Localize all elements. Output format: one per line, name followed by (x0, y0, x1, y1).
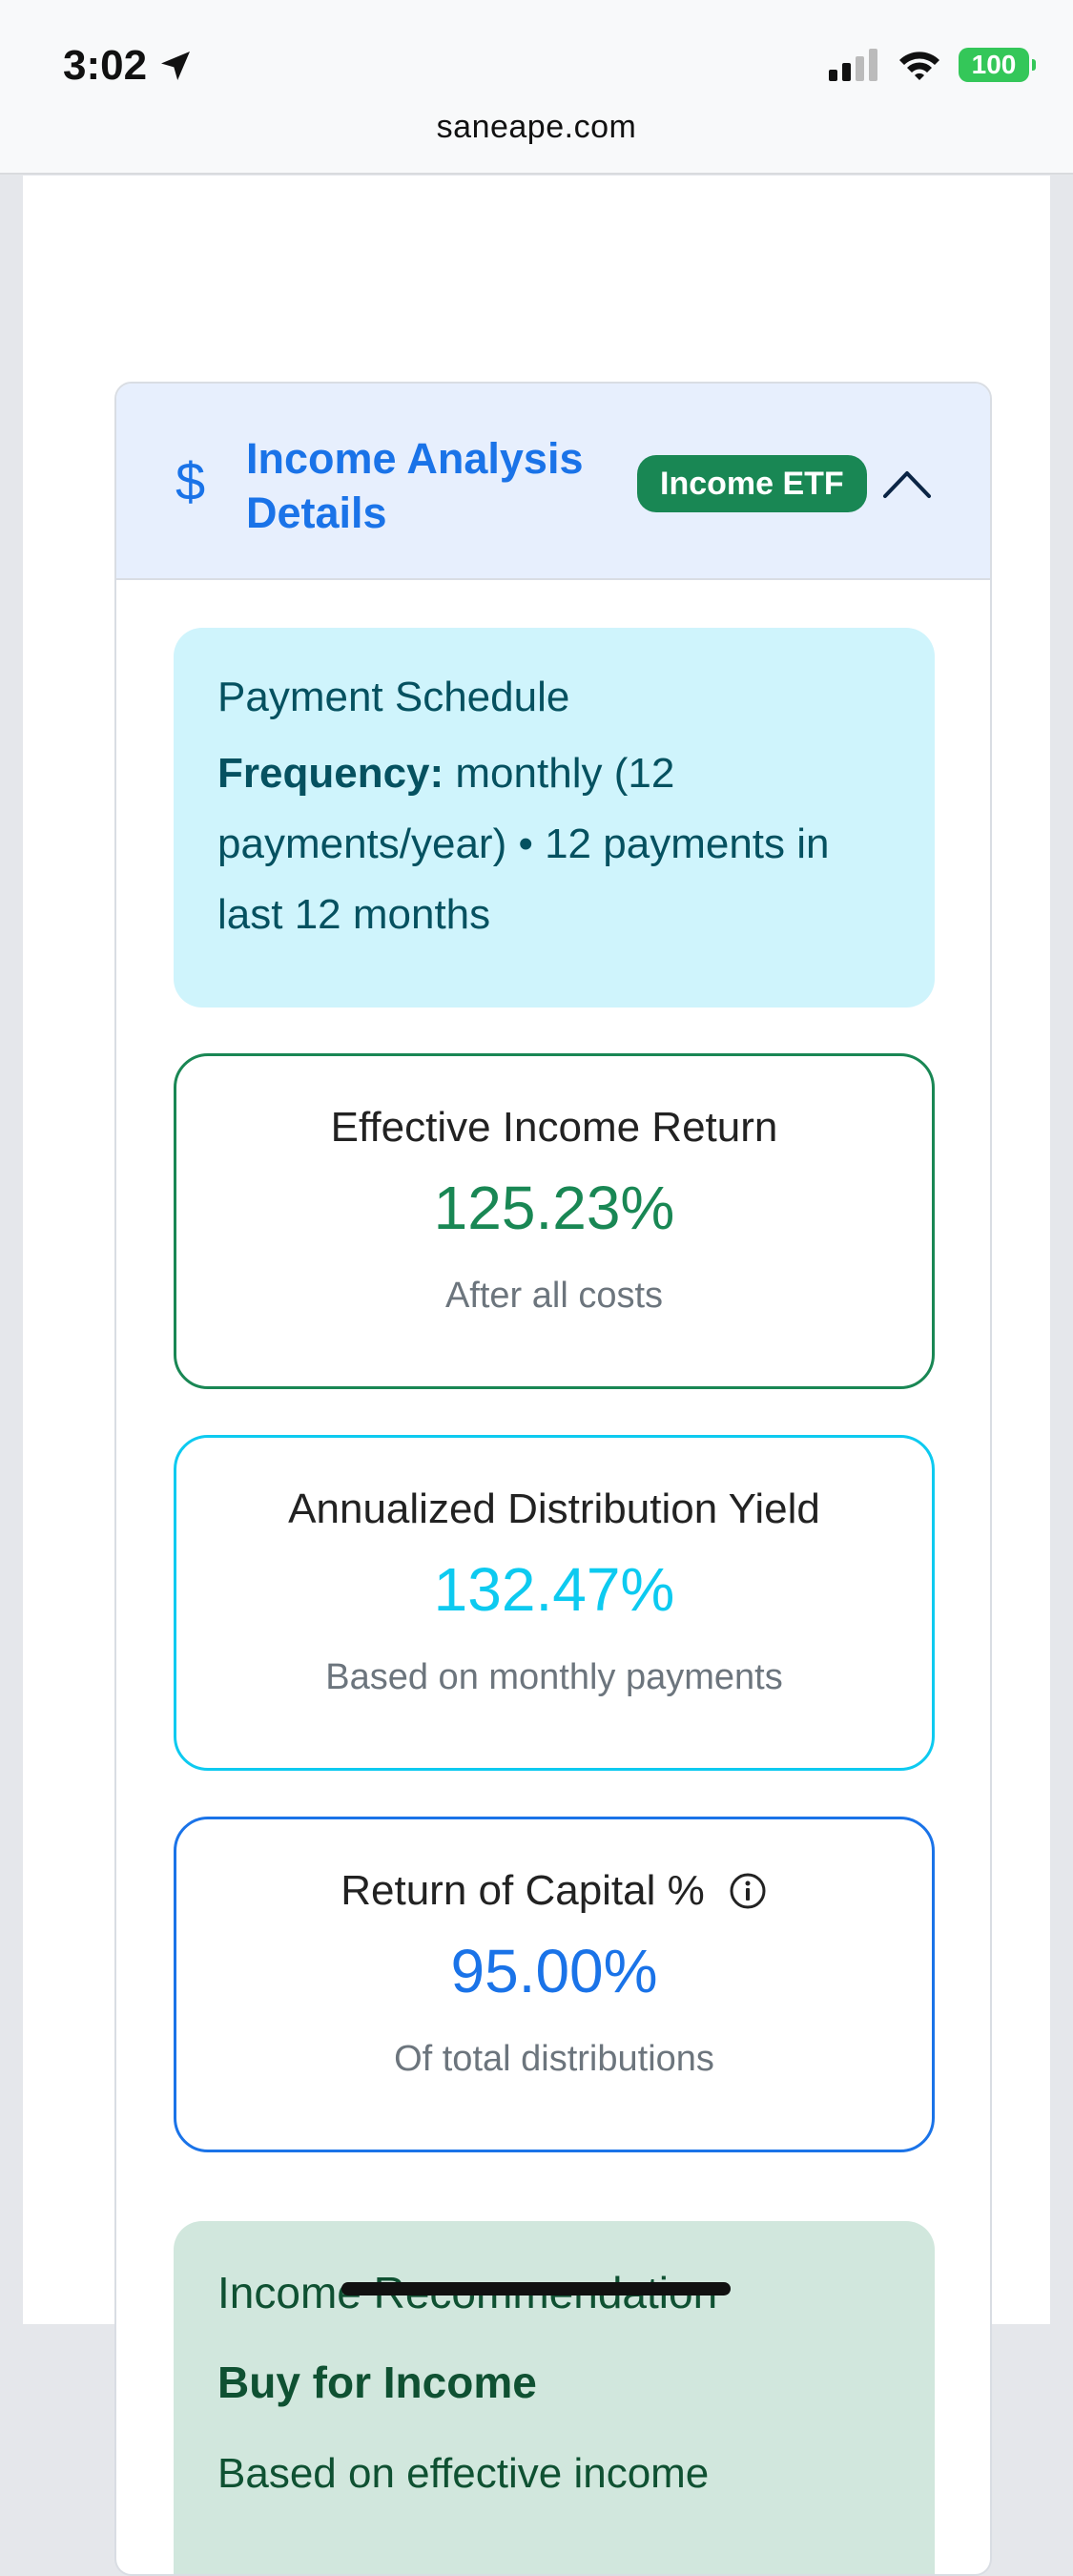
metric-card-distribution-yield: Annualized Distribution Yield 132.47% Ba… (174, 1435, 935, 1771)
accordion-header[interactable]: $ Income Analysis Details Income ETF (116, 384, 990, 580)
time-text: 3:02 (63, 42, 148, 89)
dollar-icon: $ (175, 451, 206, 511)
metric-label: Annualized Distribution Yield (176, 1485, 932, 1533)
income-recommendation-panel: Income Recommendation Buy for Income Bas… (174, 2221, 935, 2574)
income-analysis-card: $ Income Analysis Details Income ETF Pay… (114, 382, 992, 2576)
metric-subtitle: Based on monthly payments (325, 1657, 783, 1697)
location-arrow-icon (161, 52, 191, 80)
metric-subtitle: After all costs (444, 1276, 664, 1316)
recommendation-value: Buy for Income (217, 2358, 537, 2407)
page-content: $ Income Analysis Details Income ETF Pay… (23, 176, 1050, 2576)
metric-label-text: Effective Income Return (330, 1104, 778, 1151)
frequency-label: Frequency: (217, 750, 444, 797)
payment-schedule-title: Payment Schedule (217, 674, 570, 720)
metric-label: Return of Capital % (176, 1867, 932, 1915)
clock: 3:02 (63, 42, 195, 90)
metric-card-return-of-capital: Return of Capital % 95.00% Of total dist… (174, 1817, 935, 2152)
chevron-up-icon[interactable] (881, 467, 933, 500)
wifi-icon (899, 52, 939, 80)
metric-value: 125.23% (433, 1174, 675, 1242)
section-title: Income Analysis Details (246, 434, 584, 537)
metric-value: 132.47% (433, 1555, 675, 1624)
status-bar: 3:02 100 saneape.com (0, 0, 1073, 175)
system-icons: 100 (829, 48, 1036, 82)
info-icon[interactable] (728, 1871, 768, 1911)
payment-frequency: Frequency: monthly (12 payments/year) • … (217, 738, 891, 950)
cellular-signal-icon (829, 49, 877, 81)
recommendation-subtitle: Based on effective income (217, 2450, 710, 2497)
metric-value: 95.00% (450, 1937, 658, 2005)
metric-label-text: Annualized Distribution Yield (288, 1485, 820, 1532)
battery-level: 100 (971, 50, 1017, 79)
fund-type-badge: Income ETF (637, 455, 867, 512)
metric-label-text: Return of Capital % (340, 1867, 705, 1914)
metric-card-effective-income-return: Effective Income Return 125.23% After al… (174, 1053, 935, 1389)
address-bar-url[interactable]: saneape.com (0, 109, 1073, 146)
metric-label: Effective Income Return (176, 1104, 932, 1152)
home-indicator[interactable] (341, 2282, 731, 2296)
metric-subtitle: Of total distributions (394, 2039, 714, 2079)
payment-schedule-panel: Payment Schedule Frequency: monthly (12 … (174, 628, 935, 1008)
battery-icon: 100 (959, 48, 1036, 82)
